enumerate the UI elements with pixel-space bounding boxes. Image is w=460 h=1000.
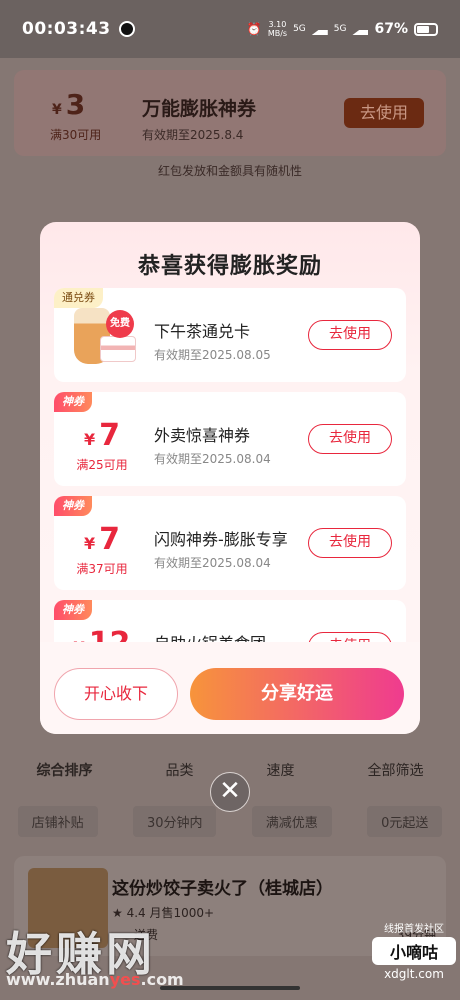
filter-chip[interactable]: 满减优惠 <box>251 806 332 837</box>
coupon-condition: 满37可用 <box>76 562 128 576</box>
network-speed: 3.10 MB/s <box>267 20 288 38</box>
coupon-tag: 神券 <box>54 392 92 412</box>
coupon-valid: 有效期至2025.08.05 <box>154 348 271 362</box>
signal-icon <box>311 23 328 35</box>
coupon-card: 神券 ¥7 满37可用 闪购神券-膨胀专享 有效期至2025.08.04 去使用 <box>54 496 406 590</box>
home-indicator[interactable] <box>160 986 300 990</box>
battery-percent: 67% <box>374 21 408 37</box>
shop-name: 这份炒饺子卖火了（桂城店） <box>112 879 333 899</box>
coupon-name: 外卖惊喜神券 <box>154 426 251 445</box>
filter-chip[interactable]: 店铺补贴 <box>17 806 98 837</box>
share-button[interactable]: 分享好运 <box>190 668 404 720</box>
filter-chip[interactable]: 30分钟内 <box>132 806 217 837</box>
coupon-valid: 有效期至2025.08.04 <box>154 556 271 570</box>
coupon-card: 通兑券 免费 下午茶通兑卡 有效期至2025.08.05 去使用 <box>54 288 406 382</box>
coupon-list[interactable]: 通兑券 免费 下午茶通兑卡 有效期至2025.08.05 去使用 神券 ¥7 满… <box>54 288 406 648</box>
coupon-tag: 通兑券 <box>54 288 103 308</box>
filter-chip[interactable]: 0元起送 <box>367 806 443 837</box>
free-badge: 免费 <box>106 310 134 338</box>
top-coupon-banner: ¥3 满30可用 万能膨胀神券 有效期至2025.8.4 去使用 <box>14 70 446 156</box>
sim1-label: 5G <box>293 24 306 34</box>
sort-option[interactable]: 品类 <box>166 760 194 790</box>
alarm-icon: ⏰ <box>246 22 262 36</box>
coupon-tag: 神券 <box>54 600 92 620</box>
watermark-slogan: 线报首发社区 <box>384 924 444 935</box>
close-icon[interactable]: ✕ <box>210 772 250 812</box>
random-note: 红包发放和金额具有随机性 <box>157 164 302 178</box>
watermark-site: xdglt.com <box>384 967 444 981</box>
status-icons: ⏰ 3.10 MB/s 5G 5G 67% <box>247 20 438 38</box>
cake-icon <box>100 336 136 362</box>
use-button[interactable]: 去使用 <box>308 424 392 454</box>
sim2-label: 5G <box>333 24 347 34</box>
sort-option[interactable]: 全部筛选 <box>368 760 424 790</box>
status-bar: 00:03:43 ⏰ 3.10 MB/s 5G 5G 67% <box>0 0 460 58</box>
coupon-valid: 有效期至2025.08.04 <box>154 452 271 466</box>
top-coupon-amount: ¥3 <box>52 88 86 121</box>
top-coupon-condition: 满30可用 <box>50 128 102 142</box>
coupon-amount: ¥7 <box>83 418 120 453</box>
coupon-card: 神券 ¥12 自助火锅美食团… 去使用 <box>54 600 406 648</box>
clock: 00:03:43 <box>22 19 111 39</box>
qq-icon <box>118 21 135 37</box>
reward-dialog: 恭喜获得膨胀奖励 通兑券 免费 下午茶通兑卡 有效期至2025.08.05 去使… <box>40 222 420 734</box>
battery-icon <box>414 22 438 36</box>
coupon-name: 闪购神券-膨胀专享 <box>154 530 288 549</box>
watermark-badge: 线报首发社区 小嘀咕 xdglt.com <box>372 920 456 981</box>
coupon-name: 下午茶通兑卡 <box>154 322 251 341</box>
coupon-amount: ¥7 <box>83 522 120 557</box>
sort-option[interactable]: 速度 <box>267 760 295 790</box>
accept-button[interactable]: 开心收下 <box>54 668 178 720</box>
top-coupon-use-button[interactable]: 去使用 <box>344 98 424 128</box>
sort-option[interactable]: 综合排序 <box>37 760 93 790</box>
top-coupon-title: 万能膨胀神券 <box>142 98 257 120</box>
coupon-card: 神券 ¥7 满25可用 外卖惊喜神券 有效期至2025.08.04 去使用 <box>54 392 406 486</box>
top-coupon-valid: 有效期至2025.8.4 <box>142 128 244 142</box>
dialog-title: 恭喜获得膨胀奖励 <box>137 254 322 279</box>
coupon-condition: 满25可用 <box>76 458 128 472</box>
use-button[interactable]: 去使用 <box>308 528 392 558</box>
use-button[interactable]: 去使用 <box>308 320 392 350</box>
watermark-url: www.zhuanyes.com <box>6 970 184 989</box>
watermark-brand: 小嘀咕 <box>372 937 456 965</box>
coupon-tag: 神券 <box>54 496 92 516</box>
signal-icon <box>352 23 369 35</box>
